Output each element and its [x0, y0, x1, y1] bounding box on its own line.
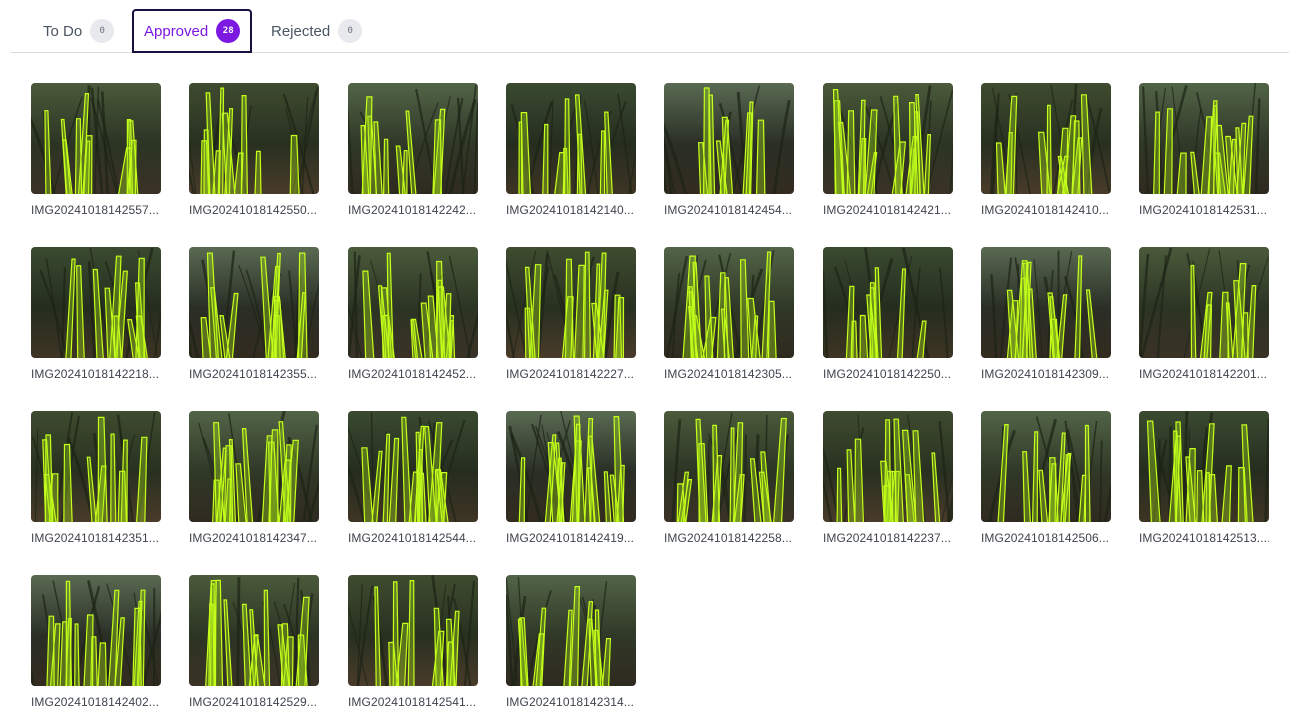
image-thumbnail[interactable]: [981, 83, 1111, 194]
image-thumbnail[interactable]: [189, 83, 319, 194]
image-card[interactable]: IMG20241018142513....: [1139, 411, 1270, 545]
tab-label: To Do: [43, 22, 83, 40]
image-filename: IMG20241018142541...: [348, 695, 477, 709]
image-card[interactable]: IMG20241018142237...: [823, 411, 954, 545]
image-thumbnail[interactable]: [506, 247, 636, 358]
image-card[interactable]: IMG20241018142351...: [31, 411, 162, 545]
image-thumbnail[interactable]: [1139, 247, 1269, 358]
tab-label: Rejected: [271, 22, 331, 40]
image-thumbnail[interactable]: [981, 247, 1111, 358]
image-filename: IMG20241018142513....: [1139, 531, 1269, 545]
image-thumbnail[interactable]: [981, 411, 1111, 522]
image-card[interactable]: IMG20241018142452...: [348, 247, 479, 381]
image-filename: IMG20241018142355...: [189, 367, 318, 381]
image-filename: IMG20241018142227...: [506, 367, 635, 381]
image-thumbnail[interactable]: [31, 247, 161, 358]
image-thumbnail[interactable]: [506, 575, 636, 686]
image-thumbnail[interactable]: [189, 247, 319, 358]
tab-rejected[interactable]: Rejected 0: [261, 9, 372, 53]
image-card[interactable]: IMG20241018142544...: [348, 411, 479, 545]
image-filename: IMG20241018142419...: [506, 531, 635, 545]
image-card[interactable]: IMG20241018142410...: [981, 83, 1112, 217]
count-badge: 0: [90, 19, 115, 43]
image-filename: IMG20241018142531...: [1139, 203, 1268, 217]
image-filename: IMG20241018142314...: [506, 695, 635, 709]
image-card[interactable]: IMG20241018142454...: [664, 83, 795, 217]
image-filename: IMG20241018142557...: [31, 203, 160, 217]
image-filename: IMG20241018142250...: [823, 367, 952, 381]
image-filename: IMG20241018142550...: [189, 203, 318, 217]
image-thumbnail[interactable]: [823, 411, 953, 522]
image-filename: IMG20241018142309...: [981, 367, 1110, 381]
image-card[interactable]: IMG20241018142347...: [189, 411, 320, 545]
image-filename: IMG20241018142347...: [189, 531, 318, 545]
image-filename: IMG20241018142351...: [31, 531, 160, 545]
image-thumbnail[interactable]: [31, 83, 161, 194]
image-card[interactable]: IMG20241018142529...: [189, 575, 320, 709]
image-thumbnail[interactable]: [664, 247, 794, 358]
image-filename: IMG20241018142237...: [823, 531, 952, 545]
image-card[interactable]: IMG20241018142531...: [1139, 83, 1270, 217]
status-tabs: To Do 0 Approved 28 Rejected 0: [11, 0, 1289, 53]
image-thumbnail[interactable]: [348, 247, 478, 358]
tab-label: Approved: [144, 22, 209, 40]
image-card[interactable]: IMG20241018142550...: [189, 83, 320, 217]
image-card[interactable]: IMG20241018142140...: [506, 83, 637, 217]
image-thumbnail[interactable]: [664, 83, 794, 194]
image-filename: IMG20241018142452...: [348, 367, 477, 381]
image-filename: IMG20241018142544...: [348, 531, 477, 545]
image-filename: IMG20241018142305...: [664, 367, 793, 381]
image-card[interactable]: IMG20241018142402...: [31, 575, 162, 709]
image-thumbnail[interactable]: [31, 411, 161, 522]
image-thumbnail[interactable]: [506, 83, 636, 194]
image-filename: IMG20241018142140...: [506, 203, 635, 217]
tab-approved[interactable]: Approved 28: [132, 9, 252, 53]
image-thumbnail[interactable]: [348, 83, 478, 194]
image-card[interactable]: IMG20241018142419...: [506, 411, 637, 545]
image-filename: IMG20241018142218...: [31, 367, 160, 381]
image-filename: IMG20241018142506...: [981, 531, 1110, 545]
image-thumbnail[interactable]: [1139, 83, 1269, 194]
image-filename: IMG20241018142421...: [823, 203, 952, 217]
image-filename: IMG20241018142402...: [31, 695, 160, 709]
image-thumbnail[interactable]: [823, 83, 953, 194]
tab-to-do[interactable]: To Do 0: [33, 9, 124, 53]
image-thumbnail[interactable]: [664, 411, 794, 522]
image-thumbnail[interactable]: [31, 575, 161, 686]
image-card[interactable]: IMG20241018142305...: [664, 247, 795, 381]
image-filename: IMG20241018142242...: [348, 203, 477, 217]
image-thumbnail[interactable]: [1139, 411, 1269, 522]
image-card[interactable]: IMG20241018142227...: [506, 247, 637, 381]
image-filename: IMG20241018142201...: [1139, 367, 1268, 381]
image-card[interactable]: IMG20241018142218...: [31, 247, 162, 381]
image-thumbnail[interactable]: [348, 575, 478, 686]
image-filename: IMG20241018142258...: [664, 531, 793, 545]
image-card[interactable]: IMG20241018142557...: [31, 83, 162, 217]
count-badge: 0: [338, 19, 363, 43]
image-thumbnail[interactable]: [189, 411, 319, 522]
image-filename: IMG20241018142529...: [189, 695, 318, 709]
image-card[interactable]: IMG20241018142309...: [981, 247, 1112, 381]
image-thumbnail[interactable]: [348, 411, 478, 522]
count-badge: 28: [216, 19, 241, 43]
image-card[interactable]: IMG20241018142258...: [664, 411, 795, 545]
image-card[interactable]: IMG20241018142201...: [1139, 247, 1270, 381]
image-grid: IMG20241018142557... IMG20241018142550...…: [31, 83, 1271, 713]
image-thumbnail[interactable]: [823, 247, 953, 358]
image-card[interactable]: IMG20241018142242...: [348, 83, 479, 217]
image-card[interactable]: IMG20241018142541...: [348, 575, 479, 709]
image-thumbnail[interactable]: [506, 411, 636, 522]
image-card[interactable]: IMG20241018142506...: [981, 411, 1112, 545]
image-card[interactable]: IMG20241018142421...: [823, 83, 954, 217]
image-card[interactable]: IMG20241018142314...: [506, 575, 637, 709]
image-filename: IMG20241018142410...: [981, 203, 1110, 217]
image-card[interactable]: IMG20241018142250...: [823, 247, 954, 381]
image-thumbnail[interactable]: [189, 575, 319, 686]
image-filename: IMG20241018142454...: [664, 203, 793, 217]
image-card[interactable]: IMG20241018142355...: [189, 247, 320, 381]
